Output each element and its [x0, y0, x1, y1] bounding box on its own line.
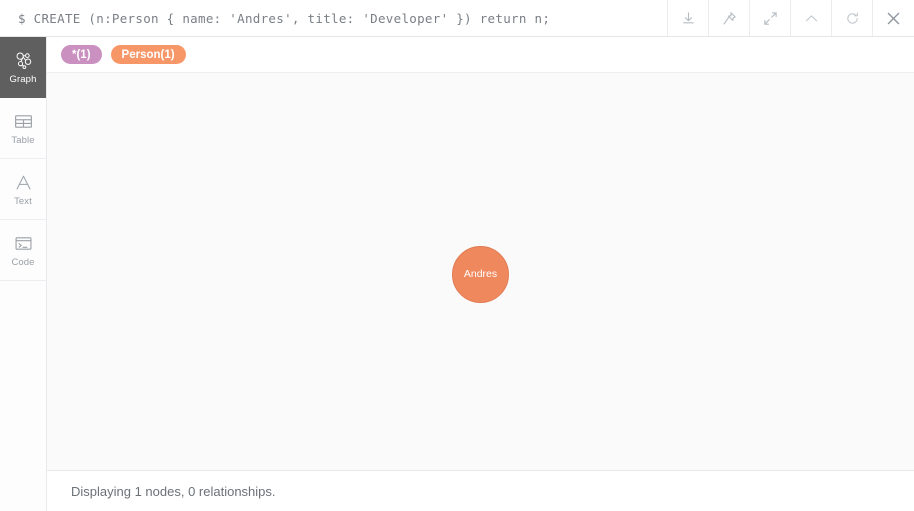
sidebar-item-code[interactable]: Code	[0, 220, 46, 281]
code-icon	[13, 232, 34, 254]
download-icon	[681, 11, 696, 26]
legend-bar: *(1) Person(1)	[47, 37, 914, 73]
close-button[interactable]	[873, 0, 914, 36]
sidebar-label-graph: Graph	[9, 74, 37, 86]
sidebar-item-table[interactable]: Table	[0, 98, 46, 159]
graph-node-andres[interactable]: Andres	[452, 246, 509, 303]
status-text: Displaying 1 nodes, 0 relationships.	[71, 483, 276, 499]
refresh-icon	[845, 11, 860, 26]
query-toolbar: $ CREATE (n:Person { name: 'Andres', tit…	[0, 0, 914, 37]
chevron-up-icon	[804, 11, 819, 26]
status-bar: Displaying 1 nodes, 0 relationships.	[47, 470, 914, 511]
refresh-button[interactable]	[832, 0, 873, 36]
table-icon	[13, 110, 34, 132]
expand-button[interactable]	[750, 0, 791, 36]
legend-pill-person[interactable]: Person(1)	[110, 45, 186, 64]
text-icon	[13, 171, 34, 193]
view-mode-sidebar: Graph Table Text Code	[0, 37, 47, 511]
query-result-frame: $ CREATE (n:Person { name: 'Andres', tit…	[0, 0, 914, 511]
frame-action-buttons	[667, 0, 914, 36]
graph-node-caption: Andres	[463, 268, 498, 281]
pin-button[interactable]	[709, 0, 750, 36]
graph-main: *(1) Person(1) Andres Displaying 1 nodes…	[47, 37, 914, 511]
close-icon	[885, 10, 902, 27]
query-text: $ CREATE (n:Person { name: 'Andres', tit…	[18, 10, 551, 26]
sidebar-label-table: Table	[11, 135, 35, 147]
sidebar-item-graph[interactable]: Graph	[0, 37, 46, 98]
pin-icon	[722, 11, 737, 26]
sidebar-label-code: Code	[11, 257, 35, 269]
frame-body: Graph Table Text Code *(1) Person(1) And…	[0, 37, 914, 511]
collapse-button[interactable]	[791, 0, 832, 36]
legend-pill-all[interactable]: *(1)	[61, 45, 102, 64]
query-display[interactable]: $ CREATE (n:Person { name: 'Andres', tit…	[0, 0, 667, 36]
sidebar-label-text: Text	[14, 196, 32, 208]
graph-canvas[interactable]: Andres	[47, 73, 914, 470]
expand-icon	[763, 11, 778, 26]
graph-icon	[13, 49, 34, 71]
download-button[interactable]	[668, 0, 709, 36]
sidebar-item-text[interactable]: Text	[0, 159, 46, 220]
